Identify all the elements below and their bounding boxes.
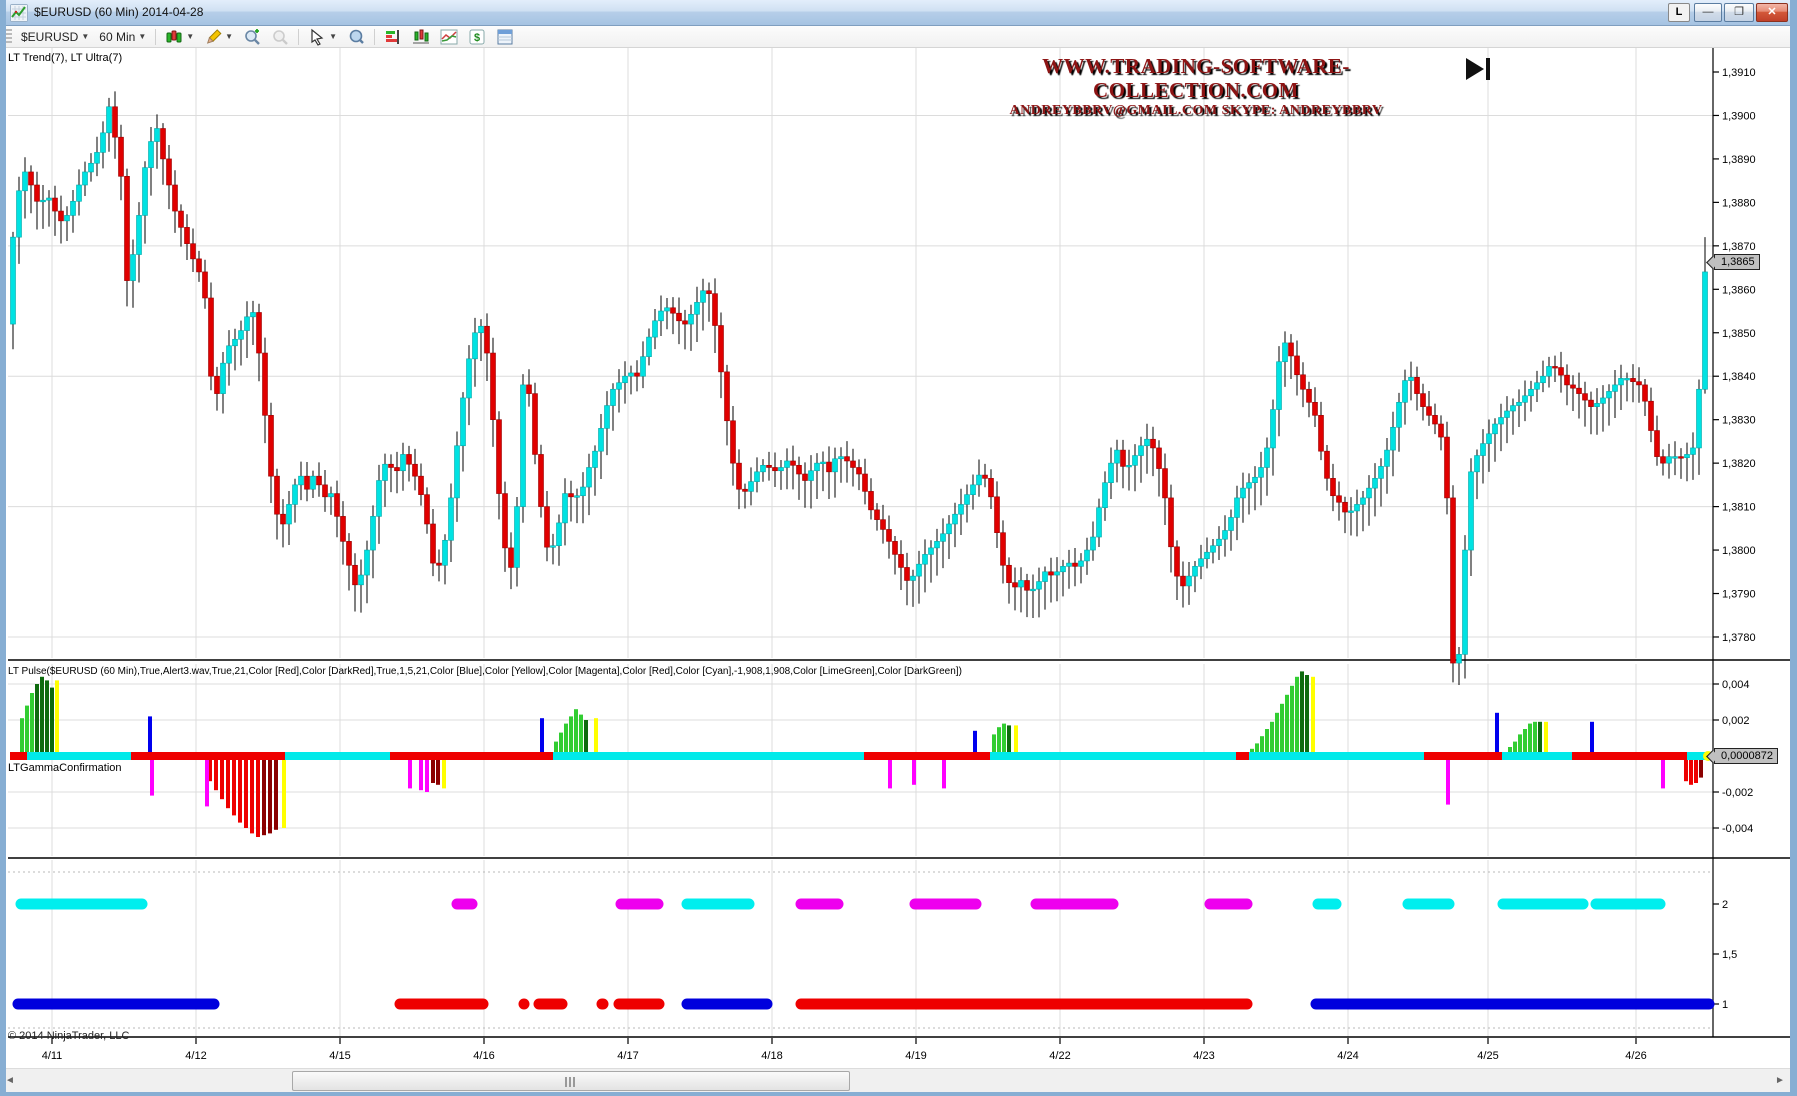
svg-text:4/17: 4/17 — [617, 1050, 638, 1062]
svg-text:4/16: 4/16 — [473, 1050, 494, 1062]
candlestick-style-icon — [165, 28, 183, 46]
window-title: $EURUSD (60 Min) 2014-04-28 — [34, 5, 203, 19]
magnifier-icon — [347, 28, 365, 46]
watermark-line1: WWW.TRADING-SOFTWARE-COLLECTION.COM — [960, 54, 1432, 102]
price-panel-label: LT Trend(7), LT Ultra(7) — [8, 52, 122, 64]
scroll-right-arrow[interactable]: ► — [1772, 1073, 1788, 1089]
chart-trader-button[interactable] — [407, 27, 435, 47]
svg-text:1,3790: 1,3790 — [1722, 589, 1756, 601]
cursor-arrow-icon — [308, 28, 326, 46]
svg-text:1,3780: 1,3780 — [1722, 632, 1756, 644]
svg-text:4/22: 4/22 — [1049, 1050, 1070, 1062]
svg-text:4/24: 4/24 — [1337, 1050, 1358, 1062]
chevron-down-icon: ▼ — [81, 32, 89, 41]
chart-style-button[interactable]: ▼ — [160, 27, 199, 47]
instrument-selector[interactable]: $EURUSD▼ — [16, 29, 94, 45]
zoom-in-icon — [243, 28, 261, 46]
chevron-down-icon: ▼ — [329, 32, 337, 41]
svg-text:1,3830: 1,3830 — [1722, 415, 1756, 427]
indicator-chart-icon — [440, 28, 458, 46]
svg-text:1,3890: 1,3890 — [1722, 154, 1756, 166]
svg-text:1,3870: 1,3870 — [1722, 241, 1756, 253]
svg-text:1,3820: 1,3820 — [1722, 458, 1756, 470]
account-button[interactable]: $ — [463, 27, 491, 47]
app-icon — [10, 4, 28, 22]
panel-icon — [496, 28, 514, 46]
svg-text:-0,004: -0,004 — [1722, 823, 1753, 835]
svg-text:0,004: 0,004 — [1722, 679, 1750, 691]
properties-button[interactable] — [491, 27, 519, 47]
zoom-out-button[interactable] — [266, 27, 294, 47]
svg-text:4/19: 4/19 — [905, 1050, 926, 1062]
svg-text:4/15: 4/15 — [329, 1050, 350, 1062]
link-button[interactable]: L — [1668, 3, 1690, 22]
data-box-button[interactable] — [342, 27, 370, 47]
pencil-icon — [204, 28, 222, 46]
watermark-line2: ANDREYBBRV@GMAIL.COM SKYPE: ANDREYBBRV — [960, 102, 1432, 119]
svg-text:4/12: 4/12 — [185, 1050, 206, 1062]
svg-text:1,3800: 1,3800 — [1722, 545, 1756, 557]
svg-text:1,3810: 1,3810 — [1722, 502, 1756, 514]
svg-text:1,3860: 1,3860 — [1722, 284, 1756, 296]
title-bar[interactable]: $EURUSD (60 Min) 2014-04-28 L — ❐ ✕ — [0, 0, 1797, 26]
drawing-tools-button[interactable]: ▼ — [199, 27, 238, 47]
chevron-down-icon: ▼ — [138, 32, 146, 41]
instrument-label: $EURUSD — [21, 30, 78, 44]
market-depth-button[interactable] — [379, 27, 407, 47]
scroll-left-arrow[interactable]: ◄ — [2, 1073, 18, 1089]
svg-text:-0,002: -0,002 — [1722, 787, 1753, 799]
svg-text:4/18: 4/18 — [761, 1050, 782, 1062]
chevron-down-icon: ▼ — [186, 32, 194, 41]
chart-area[interactable]: 1,3910 1,3900 1,3890 1,3880 1,3870 1,3860 1,38… — [0, 48, 1797, 1092]
zoom-in-button[interactable] — [238, 27, 266, 47]
dollar-icon: $ — [468, 28, 486, 46]
maximize-button[interactable]: ❐ — [1724, 3, 1754, 22]
toolbar-separator — [298, 29, 299, 45]
svg-text:4/23: 4/23 — [1193, 1050, 1214, 1062]
scrollbar-thumb[interactable] — [292, 1071, 850, 1091]
last-price-tag: 1,3865 — [1714, 254, 1760, 270]
svg-text:1: 1 — [1722, 999, 1728, 1011]
gamma-panel-label: LTGammaConfirmation — [8, 762, 122, 774]
toolbar-separator — [374, 29, 375, 45]
cursor-button[interactable]: ▼ — [303, 27, 342, 47]
svg-text:1,5: 1,5 — [1722, 949, 1737, 961]
svg-text:1,3850: 1,3850 — [1722, 328, 1756, 340]
pulse-panel-label: LT Pulse($EURUSD (60 Min),True,Alert3.wa… — [8, 666, 962, 677]
chart-trader-icon — [412, 28, 430, 46]
play-to-end-icon[interactable] — [1464, 56, 1494, 82]
svg-text:1,3910: 1,3910 — [1722, 67, 1756, 79]
svg-text:1,3900: 1,3900 — [1722, 110, 1756, 122]
interval-selector[interactable]: 60 Min▼ — [94, 29, 151, 45]
toolbar-separator — [155, 29, 156, 45]
svg-text:$: $ — [474, 32, 480, 44]
close-button[interactable]: ✕ — [1756, 3, 1788, 22]
pulse-value-tag: 0,0000872 — [1714, 748, 1778, 764]
svg-text:4/11: 4/11 — [42, 1050, 63, 1062]
interval-label: 60 Min — [99, 30, 135, 44]
horizontal-scrollbar[interactable]: ◄ ► — [0, 1068, 1797, 1092]
depth-bars-icon — [384, 28, 402, 46]
svg-text:2: 2 — [1722, 899, 1728, 911]
toolbar: $EURUSD▼ 60 Min▼ ▼ ▼ — [0, 26, 1797, 48]
scrollbar-grip — [565, 1077, 577, 1087]
minimize-button[interactable]: — — [1694, 3, 1722, 22]
svg-text:4/26: 4/26 — [1625, 1050, 1646, 1062]
chevron-down-icon: ▼ — [225, 32, 233, 41]
chart-window: $EURUSD (60 Min) 2014-04-28 L — ❐ ✕ $EUR… — [0, 0, 1797, 1096]
svg-text:1,3880: 1,3880 — [1722, 197, 1756, 209]
svg-text:4/25: 4/25 — [1477, 1050, 1498, 1062]
svg-text:1,3840: 1,3840 — [1722, 371, 1756, 383]
chart-canvas: 1,3910 1,3900 1,3890 1,3880 1,3870 1,3860 1,38… — [0, 48, 1797, 1092]
watermark: WWW.TRADING-SOFTWARE-COLLECTION.COM ANDR… — [960, 54, 1432, 119]
indicators-button[interactable] — [435, 27, 463, 47]
copyright-label: © 2014 NinjaTrader, LLC — [8, 1030, 129, 1042]
svg-text:0,002: 0,002 — [1722, 715, 1750, 727]
toolbar-grip[interactable] — [6, 29, 12, 45]
zoom-out-icon — [271, 28, 289, 46]
